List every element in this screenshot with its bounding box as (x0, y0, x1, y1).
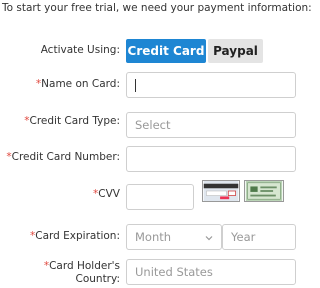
card-back-cvv-image (202, 180, 240, 202)
name-on-card-input[interactable] (126, 72, 296, 98)
card-type-label: *Credit Card Type: (24, 115, 120, 127)
text-cursor (135, 78, 136, 92)
cvv-label: *CVV (93, 188, 120, 200)
cvv-input[interactable] (126, 184, 194, 210)
card-expiration-label: *Card Expiration: (30, 230, 120, 242)
credit-card-button[interactable]: Credit Card (126, 39, 206, 63)
intro-text: To start your free trial, we need your p… (2, 2, 312, 14)
card-holder-country-label: *Card Holder's Country: (43, 260, 120, 285)
year-select[interactable]: Year (222, 224, 296, 250)
card-type-select[interactable]: Select (126, 112, 296, 138)
card-front-cvv-image (244, 180, 284, 202)
paypal-button[interactable]: Paypal (208, 39, 263, 63)
month-select[interactable]: Month (126, 224, 222, 250)
activate-using-label: Activate Using: (40, 44, 120, 56)
country-select[interactable]: United States (126, 259, 296, 285)
card-number-label: *Credit Card Number: (6, 151, 120, 163)
name-on-card-label: *Name on Card: (35, 78, 120, 90)
chevron-down-icon (205, 236, 213, 241)
month-placeholder: Month (135, 230, 172, 244)
year-placeholder: Year (231, 230, 256, 244)
card-number-input[interactable] (126, 146, 296, 172)
